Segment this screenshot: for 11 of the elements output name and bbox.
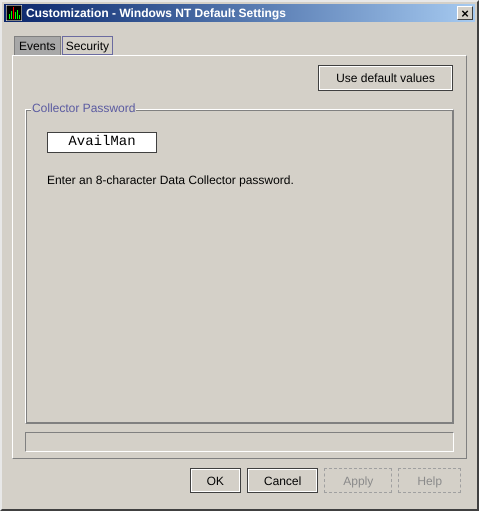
dialog-button[interactable]: OK [190, 468, 241, 493]
close-button[interactable]: × [457, 6, 473, 20]
use-default-values-button[interactable]: Use default values [318, 65, 453, 91]
window-title: Customization - Windows NT Default Settings [26, 5, 286, 22]
group-title: Collector Password [31, 102, 136, 114]
bar-chart-icon [6, 5, 22, 21]
tab[interactable]: Events [14, 36, 61, 55]
dialog-button[interactable]: Cancel [246, 468, 318, 493]
tab[interactable]: Security [62, 36, 114, 55]
password-hint: Enter an 8-character Data Collector password. [47, 172, 295, 189]
password-field[interactable]: AvailMan [47, 132, 157, 153]
